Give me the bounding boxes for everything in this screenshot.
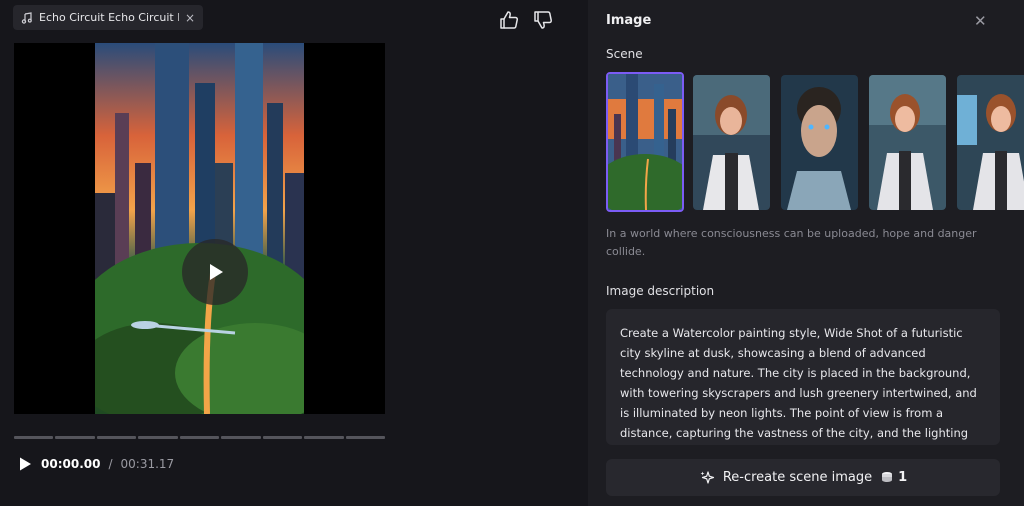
coins-icon [882,471,893,482]
track-title: Echo Circuit Echo Circuit Ech [39,11,179,24]
scene-thumbnail-4[interactable] [869,75,946,210]
playback-controls: 00:00.00 / 00:31.17 [17,455,174,473]
track-remove-button[interactable]: × [185,11,195,25]
scientist-portrait-image [693,75,770,210]
scene-preview-image [95,43,304,414]
scene-thumbnail-2[interactable] [693,75,770,210]
image-description-text: Create a Watercolor painting style, Wide… [620,326,977,440]
video-frame[interactable] [14,43,385,414]
credit-cost-value: 1 [898,470,908,485]
recreate-label: Re-create scene image [722,470,873,485]
scene-thumbnails [606,72,1024,212]
track-chip[interactable]: Echo Circuit Echo Circuit Ech × [13,5,203,30]
timeline-progress[interactable] [14,436,385,439]
timeline-segment[interactable] [96,436,137,439]
timeline-segment[interactable] [345,436,385,439]
image-description-textarea[interactable]: Create a Watercolor painting style, Wide… [606,309,1000,445]
scientist-lab-image [869,75,946,210]
play-overlay-button[interactable] [182,239,248,305]
sparkle-icon [700,470,714,484]
thumbs-down-icon[interactable] [532,9,554,31]
scene-caption: In a world where consciousness can be up… [606,227,977,258]
time-separator: / [108,457,113,471]
timeline-segment[interactable] [262,436,303,439]
current-time: 00:00.00 [41,457,101,471]
video-player-panel: Echo Circuit Echo Circuit Ech × [0,0,572,506]
timeline-segment[interactable] [304,436,344,439]
scene-thumbnail-1-selected[interactable] [606,72,684,212]
scene-thumbnail-3[interactable] [781,75,858,210]
timeline-segment[interactable] [138,436,178,439]
cyborg-portrait-image [781,75,858,210]
city-scene-image [608,74,682,210]
image-panel: Image ✕ Scene In a world where conscious… [588,0,1024,506]
credit-cost: 1 [880,470,907,485]
close-panel-button[interactable]: ✕ [974,12,987,30]
scene-label: Scene [606,47,643,61]
play-icon [210,264,223,280]
music-note-icon [21,11,32,24]
duration: 00:31.17 [120,457,175,471]
thumbs-up-icon[interactable] [498,9,520,31]
panel-title: Image [606,13,652,28]
play-icon[interactable] [17,456,33,472]
scientist-monitor-image [957,75,1024,210]
timeline-segment[interactable] [14,436,54,439]
timeline-segment[interactable] [179,436,220,439]
timeline-segment[interactable] [221,436,261,439]
image-description-label: Image description [606,284,715,298]
timeline-segment[interactable] [55,436,95,439]
scene-thumbnail-5[interactable] [957,75,1024,210]
recreate-scene-image-button[interactable]: Re-create scene image 1 [606,459,1000,496]
